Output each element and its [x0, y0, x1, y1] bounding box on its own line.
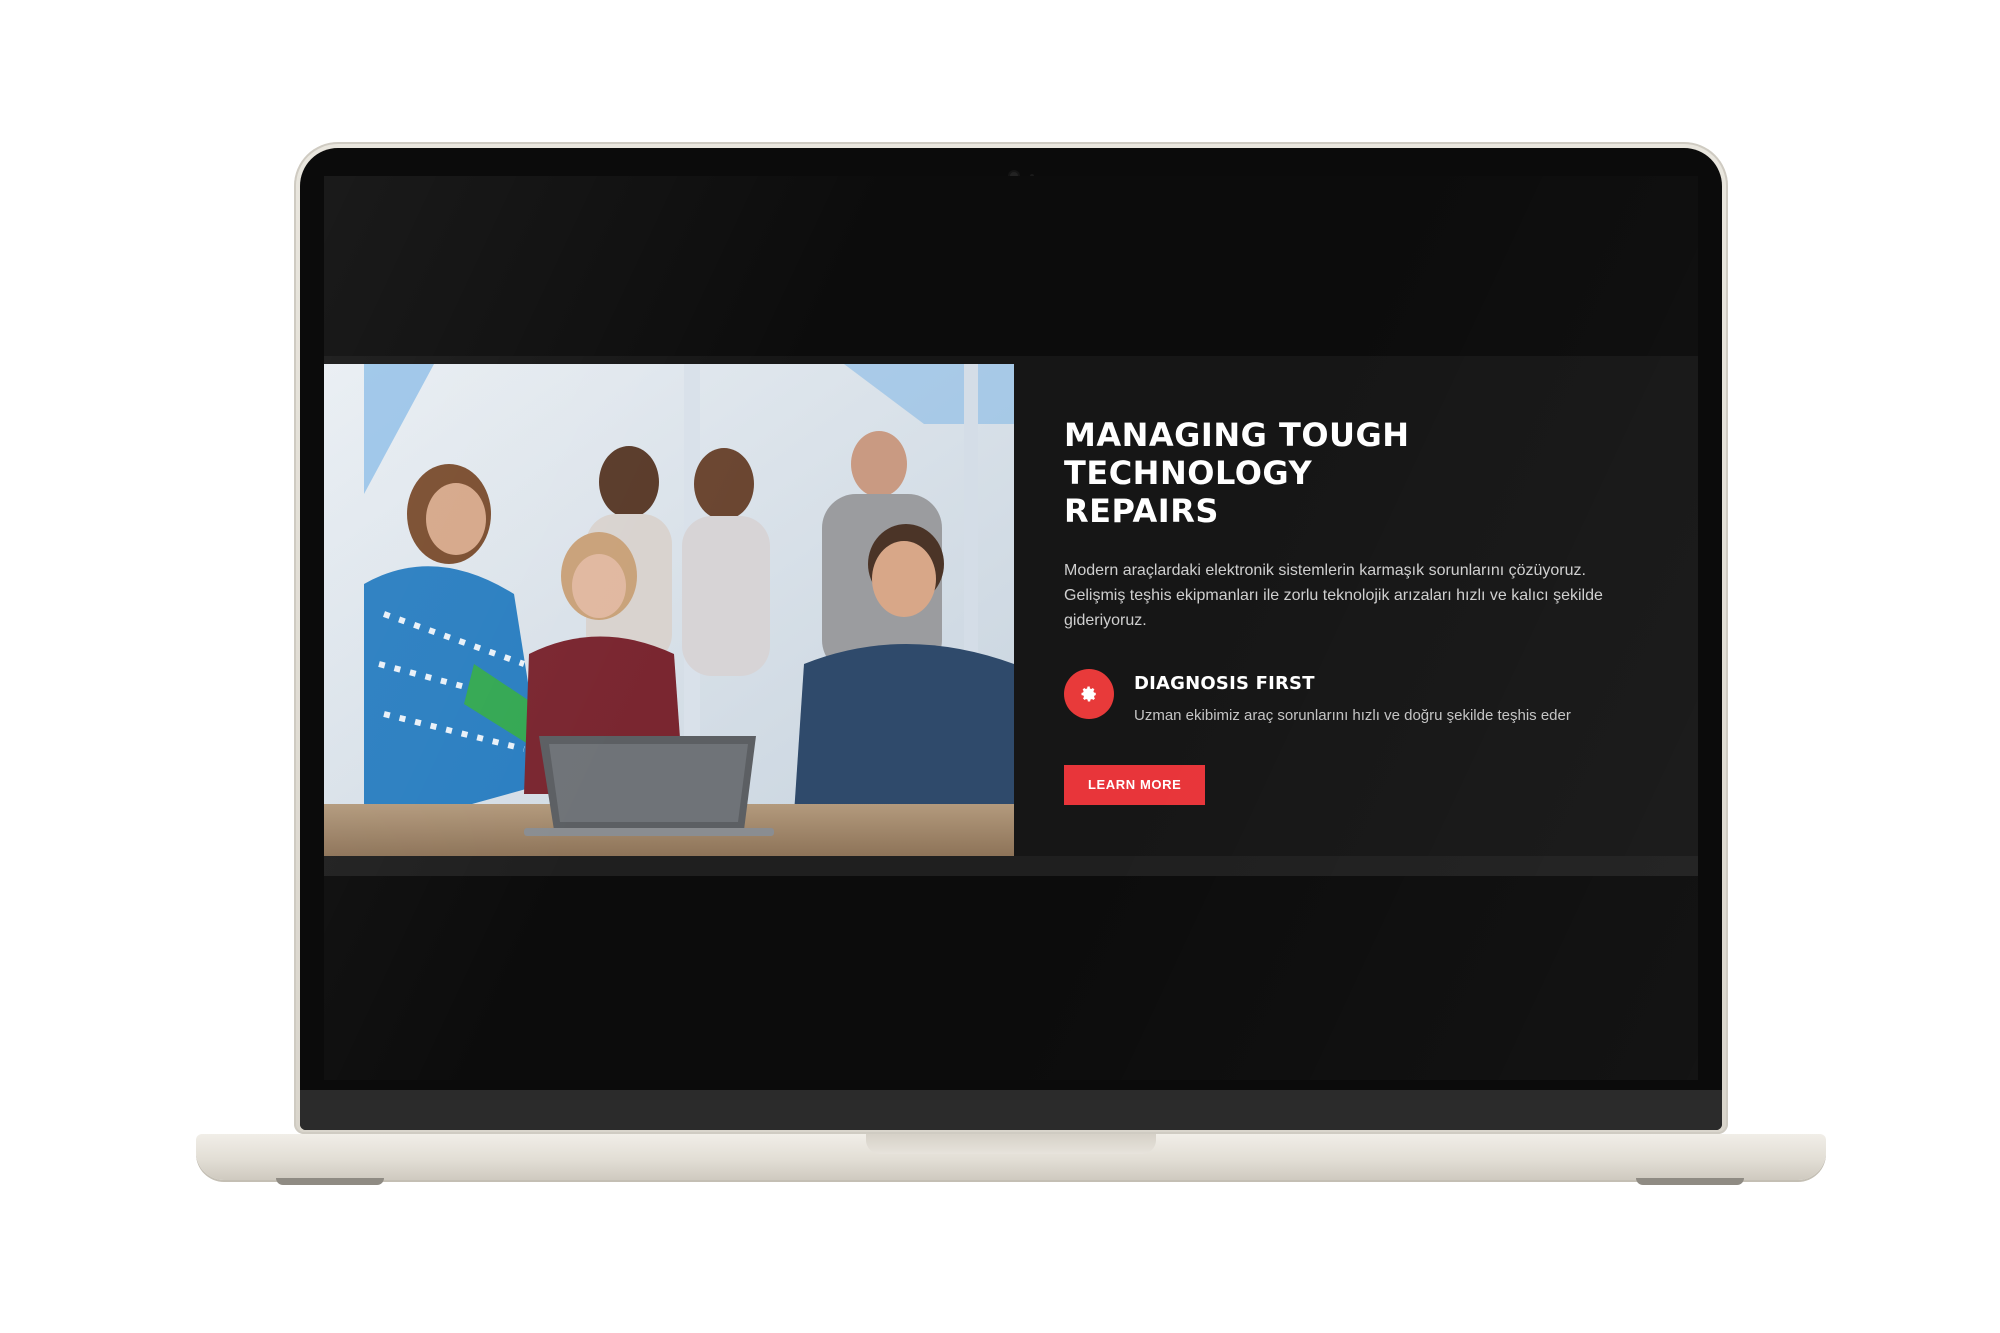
feature-title: DIAGNOSIS FIRST — [1134, 673, 1315, 694]
device-mockup: MANAGING TOUGH TECHNOLOGY REPAIRS Modern… — [0, 0, 2000, 1333]
learn-more-button[interactable]: LEARN MORE — [1064, 765, 1206, 805]
gear-icon — [1064, 669, 1114, 719]
section-divider — [324, 856, 1698, 876]
hero-image — [324, 364, 1014, 858]
hero-title: MANAGING TOUGH TECHNOLOGY REPAIRS — [1064, 416, 1410, 530]
laptop-foot-right — [1636, 1178, 1744, 1185]
screen-bezel: MANAGING TOUGH TECHNOLOGY REPAIRS Modern… — [300, 148, 1722, 1130]
bezel-chin — [300, 1090, 1722, 1130]
feature-diagnosis: DIAGNOSIS FIRST Uzman ekibimiz araç soru… — [1064, 669, 1624, 729]
hero-content: MANAGING TOUGH TECHNOLOGY REPAIRS Modern… — [1064, 416, 1624, 805]
hero-section: MANAGING TOUGH TECHNOLOGY REPAIRS Modern… — [324, 356, 1698, 876]
screen: MANAGING TOUGH TECHNOLOGY REPAIRS Modern… — [324, 176, 1698, 1080]
lid-opening-notch — [866, 1134, 1156, 1154]
team-photo — [324, 364, 1014, 858]
laptop-lid: MANAGING TOUGH TECHNOLOGY REPAIRS Modern… — [294, 142, 1728, 1134]
laptop-base — [196, 1134, 1826, 1180]
laptop-foot-left — [276, 1178, 384, 1185]
hero-description: Modern araçlardaki elektronik sistemleri… — [1064, 562, 1603, 629]
feature-text: Uzman ekibimiz araç sorunlarını hızlı ve… — [1134, 707, 1571, 724]
